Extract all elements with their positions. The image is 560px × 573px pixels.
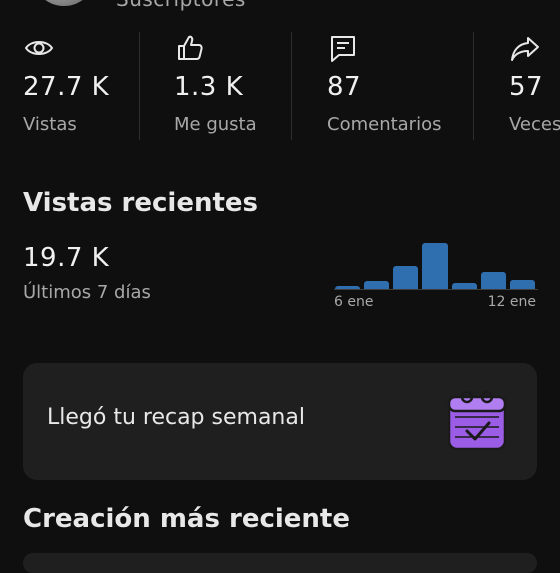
recent-views-value: 19.7 K <box>23 243 110 273</box>
weekly-recap-card[interactable]: Llegó tu recap semanal <box>23 363 537 480</box>
avatar[interactable] <box>32 0 96 6</box>
chart-bar <box>364 280 390 289</box>
stat-value: 1.3 K <box>174 72 244 102</box>
chart-bar <box>422 243 448 289</box>
latest-creation-title: Creación más reciente <box>23 504 350 534</box>
x-tick-start: 6 ene <box>334 294 374 310</box>
channel-header: Suscriptores <box>0 0 560 16</box>
divider <box>139 32 140 140</box>
stat-label: Vistas <box>23 114 77 135</box>
x-tick-end: 12 ene <box>487 294 536 310</box>
chart-baseline <box>334 289 538 290</box>
stat-value: 87 <box>327 72 362 102</box>
subscribers-label: Suscriptores <box>116 0 246 11</box>
comment-icon <box>331 36 355 62</box>
divider <box>473 32 474 140</box>
share-icon <box>511 37 539 61</box>
stat-label: Veces <box>509 114 560 135</box>
stats-row: 27.7 K Vistas 1.3 K Me gusta 87 Comentar… <box>0 28 560 146</box>
calendar-check-icon <box>447 390 507 451</box>
recent-views-title: Vistas recientes <box>23 188 259 218</box>
chart-bar <box>393 266 419 289</box>
chart-bar <box>335 286 361 289</box>
stat-label: Me gusta <box>174 114 257 135</box>
chart-bar <box>509 279 535 289</box>
stat-label: Comentarios <box>327 114 442 135</box>
eye-icon <box>24 41 54 55</box>
stat-value: 57 <box>509 72 544 102</box>
recent-views-period: Últimos 7 días <box>23 282 151 303</box>
chart-bar <box>480 272 506 289</box>
chart-bar <box>451 283 477 289</box>
thumbs-up-icon <box>178 35 203 60</box>
recap-text: Llegó tu recap semanal <box>47 405 305 430</box>
stat-value: 27.7 K <box>23 72 110 102</box>
divider <box>291 32 292 140</box>
latest-creation-card[interactable] <box>23 553 537 573</box>
recent-views-chart[interactable]: 6 ene 12 ene <box>334 236 538 312</box>
